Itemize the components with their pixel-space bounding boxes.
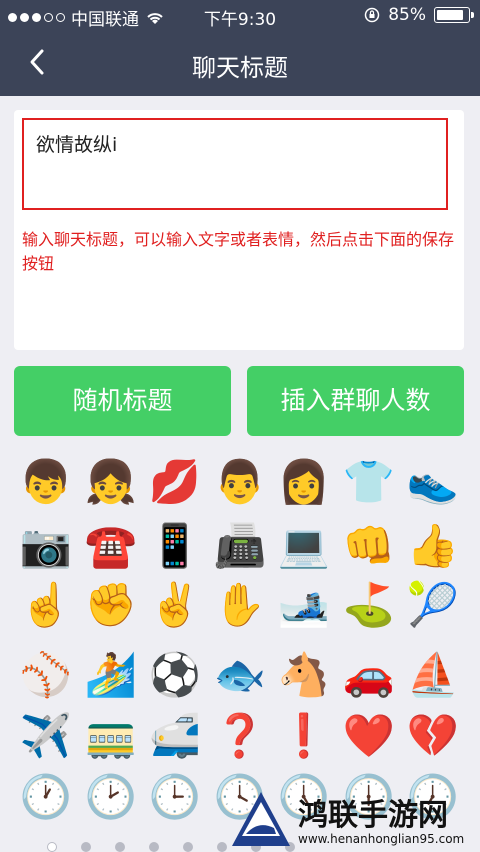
emoji-key[interactable]: 💻 — [274, 516, 334, 576]
emoji-key[interactable]: ✈️ — [16, 706, 76, 766]
emoji-key[interactable]: 🚅 — [145, 706, 205, 766]
emoji-key[interactable]: 🕒 — [145, 767, 205, 827]
battery-percent: 85% — [388, 5, 426, 25]
watermark: 鸿联手游网 www.henanhonglian95.com — [228, 786, 480, 852]
page-dot[interactable] — [183, 842, 193, 852]
rotation-lock-icon — [364, 7, 380, 23]
emoji-key[interactable]: 📠 — [210, 516, 270, 576]
emoji-key[interactable]: 💔 — [403, 706, 463, 766]
status-bar: 中国联通 下午9:30 85% — [0, 0, 480, 30]
emoji-key[interactable]: 🐟 — [210, 645, 270, 705]
emoji-key[interactable]: ☝️ — [16, 575, 76, 635]
emoji-key[interactable]: ✊ — [81, 575, 141, 635]
emoji-key[interactable]: 🕐 — [16, 767, 76, 827]
title-editor-card: 欲情故纵i 输入聊天标题，可以输入文字或者表情，然后点击下面的保存按钮 — [14, 110, 464, 350]
page-dot[interactable] — [81, 842, 91, 852]
emoji-key[interactable]: ☎️ — [81, 516, 141, 576]
insert-member-count-button[interactable]: 插入群聊人数 — [247, 366, 464, 436]
emoji-key[interactable]: ✌️ — [145, 575, 205, 635]
emoji-key[interactable]: 🐴 — [274, 645, 334, 705]
emoji-key[interactable]: 👨 — [210, 452, 270, 512]
nav-bar: 聊天标题 — [0, 30, 480, 96]
emoji-key[interactable]: ⚽ — [145, 645, 205, 705]
battery-icon — [434, 7, 474, 23]
emoji-key[interactable]: 👊 — [339, 516, 399, 576]
emoji-key[interactable]: ⛵ — [403, 645, 463, 705]
emoji-key[interactable]: 🕑 — [81, 767, 141, 827]
emoji-key[interactable]: 👩 — [274, 452, 334, 512]
page-dot[interactable] — [217, 842, 227, 852]
emoji-key[interactable]: ❓ — [210, 706, 270, 766]
emoji-key[interactable]: ⚾ — [16, 645, 76, 705]
page-dot[interactable] — [149, 842, 159, 852]
emoji-key[interactable]: 💋 — [145, 452, 205, 512]
emoji-key[interactable]: 📱 — [145, 516, 205, 576]
emoji-key[interactable]: ⛳ — [339, 575, 399, 635]
watermark-logo-icon — [232, 792, 290, 846]
emoji-key[interactable]: 👧 — [81, 452, 141, 512]
title-input[interactable]: 欲情故纵i — [22, 118, 448, 210]
page-dot[interactable] — [115, 842, 125, 852]
emoji-key[interactable]: 🎿 — [274, 575, 334, 635]
emoji-key[interactable]: 👦 — [16, 452, 76, 512]
emoji-key[interactable]: 📷 — [16, 516, 76, 576]
emoji-key[interactable]: ✋ — [210, 575, 270, 635]
emoji-key[interactable]: 🚃 — [81, 706, 141, 766]
watermark-url: www.henanhonglian95.com — [298, 832, 465, 846]
emoji-key[interactable]: ❗ — [274, 706, 334, 766]
emoji-key[interactable]: 🚗 — [339, 645, 399, 705]
emoji-key[interactable]: 👍 — [403, 516, 463, 576]
emoji-key[interactable]: 👟 — [403, 452, 463, 512]
emoji-key[interactable]: ❤️ — [339, 706, 399, 766]
emoji-key[interactable]: 🏄 — [81, 645, 141, 705]
emoji-key[interactable]: 🎾 — [403, 575, 463, 635]
page-title: 聊天标题 — [192, 54, 288, 82]
page-dot[interactable] — [47, 842, 57, 852]
watermark-title: 鸿联手游网 — [298, 798, 448, 833]
random-title-button[interactable]: 随机标题 — [14, 366, 231, 436]
hint-text: 输入聊天标题，可以输入文字或者表情，然后点击下面的保存按钮 — [22, 230, 455, 273]
emoji-key[interactable]: 👕 — [339, 452, 399, 512]
